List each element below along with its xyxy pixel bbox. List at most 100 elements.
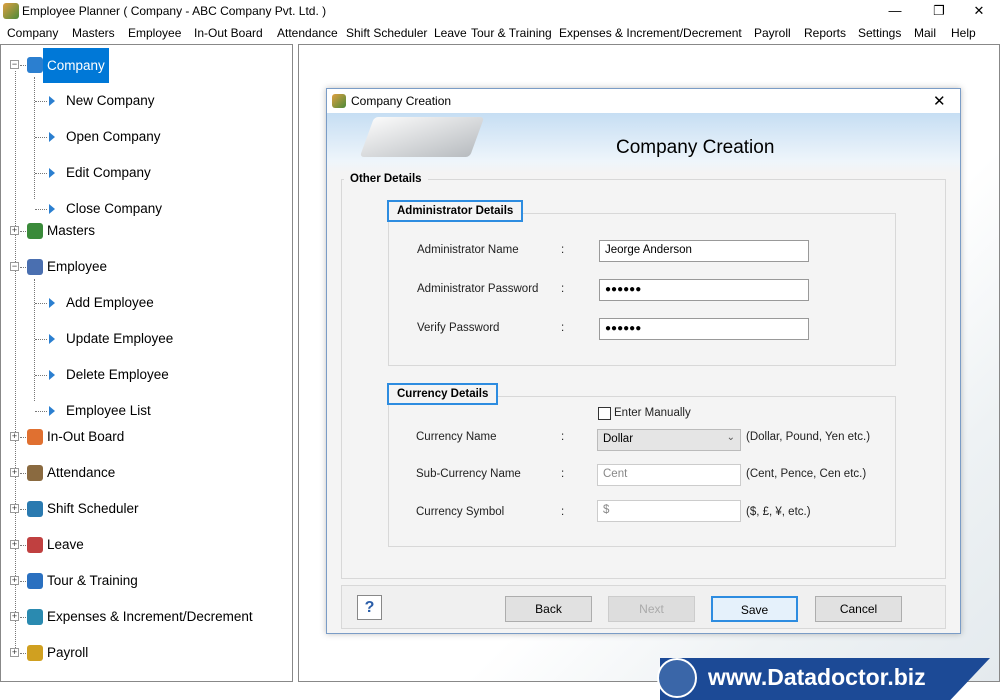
dialog-header: Company Creation [327,113,960,173]
attendance-icon [27,465,43,481]
expand-toggle[interactable]: + [10,432,19,441]
colon: : [561,506,565,518]
tree-line [20,545,26,546]
cancel-button[interactable]: Cancel [815,596,902,622]
in-out-board-icon [27,429,43,445]
tree-line [20,653,26,654]
save-button[interactable]: Save [711,596,798,622]
expand-toggle[interactable]: + [10,540,19,549]
arrow-right-icon [49,370,55,380]
menu-settings[interactable]: Settings [858,26,901,40]
expand-toggle[interactable]: + [10,226,19,235]
tree-item-delete-employee[interactable]: Delete Employee [66,364,169,386]
administrator-name-label: Administrator Name [417,244,519,256]
currency-symbol-input[interactable]: $ [597,500,741,522]
menu-payroll[interactable]: Payroll [754,26,791,40]
menu-masters[interactable]: Masters [72,26,115,40]
sub-currency-hint: (Cent, Pence, Cen etc.) [746,468,867,480]
currency-name-value: Dollar [603,433,634,445]
currency-name-hint: (Dollar, Pound, Yen etc.) [746,431,871,443]
currency-name-label: Currency Name [416,431,497,443]
masters-icon [27,223,43,239]
tree-line [20,267,26,268]
colon: : [561,468,565,480]
tree-item-new-company[interactable]: New Company [66,90,155,112]
help-button[interactable]: ? [357,595,382,620]
sub-currency-name-label: Sub-Currency Name [416,468,521,480]
expand-toggle[interactable]: + [10,504,19,513]
tree-item-open-company[interactable]: Open Company [66,126,161,148]
menu-expenses-increment-decrement[interactable]: Expenses & Increment/Decrement [559,26,742,40]
currency-name-select[interactable]: Dollar ⌄ [597,429,741,451]
tree-line [35,173,47,174]
expand-toggle[interactable]: + [10,576,19,585]
tree-line [35,411,47,412]
menu-attendance[interactable]: Attendance [277,26,338,40]
menu-mail[interactable]: Mail [914,26,936,40]
currency-details-label: Currency Details [387,383,499,405]
tree-line [20,617,26,618]
menu-shift-scheduler[interactable]: Shift Scheduler [346,26,427,40]
company-icon [27,57,43,73]
tree-item-tour-training[interactable]: Tour & Training [47,570,138,592]
expand-toggle[interactable]: + [10,612,19,621]
tree-item-attendance[interactable]: Attendance [47,462,115,484]
menu-leave[interactable]: Leave [434,26,467,40]
tree-line [20,509,26,510]
tree-item-employee[interactable]: Employee [47,256,107,278]
expand-toggle[interactable]: + [10,468,19,477]
expand-toggle[interactable]: − [10,262,19,271]
minimize-button[interactable]: — [876,0,914,22]
next-button[interactable]: Next [608,596,695,622]
dialog-close-button[interactable]: ✕ [933,92,946,110]
tree-item-shift-scheduler[interactable]: Shift Scheduler [47,498,139,520]
leave-icon [27,537,43,553]
expand-toggle[interactable]: + [10,648,19,657]
menu-help[interactable]: Help [951,26,976,40]
back-button[interactable]: Back [505,596,592,622]
brand-url: www.Datadoctor.biz [708,664,926,690]
tree-line [35,339,47,340]
shift-scheduler-icon [27,501,43,517]
menu-company[interactable]: Company [7,26,58,40]
menu-in-out-board[interactable]: In-Out Board [194,26,263,40]
tree-item-close-company[interactable]: Close Company [66,198,162,220]
menu-tour-training[interactable]: Tour & Training [471,26,552,40]
menu-bar: Company Masters Employee In-Out Board Attend… [0,22,1000,44]
tree-item-in-out-board[interactable]: In-Out Board [47,426,124,448]
tree-line [35,303,47,304]
tree-item-expenses-increment-decrement[interactable]: Expenses & Increment/Decrement [47,606,253,628]
tree-item-company[interactable]: Company [43,48,109,83]
tree-item-masters[interactable]: Masters [47,220,95,242]
tree-item-edit-company[interactable]: Edit Company [66,162,151,184]
enter-manually-checkbox[interactable] [598,407,611,420]
tree-item-leave[interactable]: Leave [47,534,84,556]
close-button[interactable]: ✕ [960,0,998,22]
tree-line [20,231,26,232]
notebook-pen-icon [359,117,485,157]
colon: : [561,244,565,256]
menu-employee[interactable]: Employee [128,26,181,40]
app-icon [332,94,346,108]
arrow-right-icon [49,96,55,106]
administrator-name-input[interactable]: Jeorge Anderson [599,240,809,262]
administrator-password-input[interactable]: ●●●●●● [599,279,809,301]
menu-reports[interactable]: Reports [804,26,846,40]
tree-item-employee-list[interactable]: Employee List [66,400,151,422]
tree-line [20,65,26,66]
chevron-down-icon: ⌄ [726,432,735,443]
sub-currency-name-input[interactable]: Cent [597,464,741,486]
colon: : [561,431,565,443]
enter-manually-label: Enter Manually [614,407,691,419]
maximize-button[interactable]: ❐ [920,0,958,22]
verify-password-input[interactable]: ●●●●●● [599,318,809,340]
expand-toggle[interactable]: − [10,60,19,69]
title-bar: Employee Planner ( Company - ABC Company… [0,0,1000,22]
tree-line [35,137,47,138]
tree-item-payroll[interactable]: Payroll [47,642,88,664]
arrow-right-icon [49,334,55,344]
tree-item-update-employee[interactable]: Update Employee [66,328,173,350]
tree-item-add-employee[interactable]: Add Employee [66,292,154,314]
navigation-tree: − Company New Company Open Company Edit Comp… [0,44,293,682]
currency-symbol-hint: ($, £, ¥, etc.) [746,506,811,518]
